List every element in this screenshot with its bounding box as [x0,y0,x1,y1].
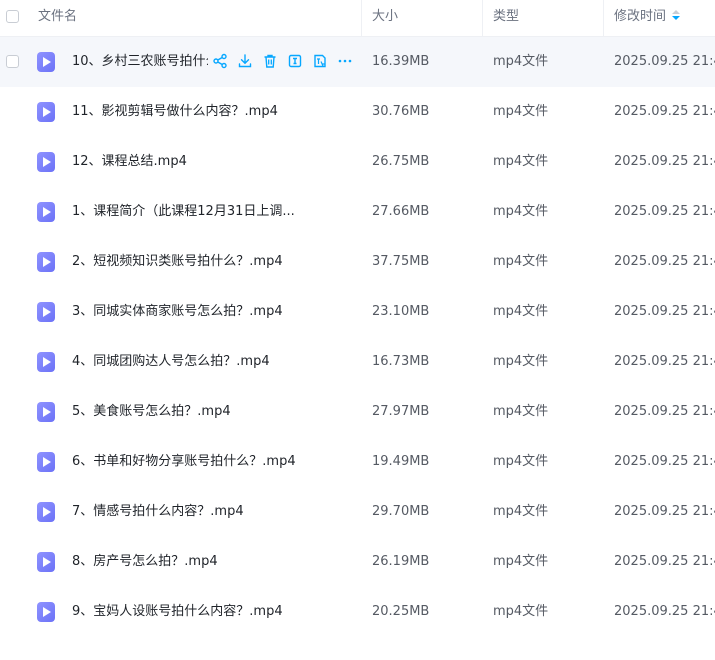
file-size: 16.39MB [372,54,430,69]
column-divider[interactable] [482,0,483,36]
header-type[interactable]: 类型 [493,0,519,36]
video-file-icon [37,52,55,72]
video-file-icon [37,452,55,472]
file-mtime: 2025.09.25 21:46 [614,104,715,119]
file-size: 26.75MB [372,154,430,169]
file-type: mp4文件 [493,54,549,69]
header-mtime-label: 修改时间 [614,9,667,24]
file-type: mp4文件 [493,454,549,469]
table-row[interactable]: 7、情感号拍什么内容？.mp4 29.70MB mp4文件 2025.09.25… [0,487,715,537]
video-file-icon [37,502,55,522]
translate-icon[interactable] [312,53,328,69]
video-file-icon [37,102,55,122]
row-checkbox[interactable] [6,55,19,68]
file-type: mp4文件 [493,554,549,569]
file-mtime: 2025.09.25 21:46 [614,404,715,419]
table-row[interactable]: 8、房产号怎么拍？.mp4 26.19MB mp4文件 2025.09.25 2… [0,537,715,587]
file-name[interactable]: 6、书单和好物分享账号拍什么？.mp4 [72,437,296,487]
file-mtime: 2025.09.25 21:46 [614,604,715,619]
file-name[interactable]: 10、乡村三农账号拍什么 [72,37,208,87]
file-size: 27.97MB [372,404,430,419]
table-row[interactable]: 2、短视频知识类账号拍什么？.mp4 37.75MB mp4文件 2025.09… [0,237,715,287]
file-mtime: 2025.09.25 21:46 [614,354,715,369]
rename-icon[interactable] [287,53,303,69]
file-type: mp4文件 [493,204,549,219]
file-size: 30.76MB [372,104,430,119]
file-table: 文件名 大小 类型 修改时间 10、乡村三农账号拍什么 16.39MB mp4文… [0,0,715,637]
header-name[interactable]: 文件名 [38,0,77,36]
file-size: 27.66MB [372,204,430,219]
file-type: mp4文件 [493,604,549,619]
file-name[interactable]: 1、课程简介（此课程12月31日上调... [72,187,295,237]
file-mtime: 2025.09.25 21:46 [614,554,715,569]
video-file-icon [37,152,55,172]
file-name[interactable]: 9、宝妈人设账号拍什么内容？.mp4 [72,587,283,637]
delete-icon[interactable] [262,53,278,69]
column-divider[interactable] [361,0,362,36]
file-type: mp4文件 [493,354,549,369]
file-type: mp4文件 [493,404,549,419]
video-file-icon [37,302,55,322]
row-action-toolbar [212,53,353,71]
table-row[interactable]: 11、影视剪辑号做什么内容？.mp4 30.76MB mp4文件 2025.09… [0,87,715,137]
file-size: 23.10MB [372,304,430,319]
file-size: 16.73MB [372,354,430,369]
file-name[interactable]: 7、情感号拍什么内容？.mp4 [72,487,244,537]
file-type: mp4文件 [493,154,549,169]
file-size: 26.19MB [372,554,430,569]
file-type: mp4文件 [493,104,549,119]
file-type: mp4文件 [493,254,549,269]
share-icon[interactable] [212,53,228,69]
video-file-icon [37,402,55,422]
table-row[interactable]: 6、书单和好物分享账号拍什么？.mp4 19.49MB mp4文件 2025.0… [0,437,715,487]
file-size: 19.49MB [372,454,430,469]
header-size[interactable]: 大小 [372,0,398,36]
table-row[interactable]: 1、课程简介（此课程12月31日上调... 27.66MB mp4文件 2025… [0,187,715,237]
table-row[interactable]: 12、课程总结.mp4 26.75MB mp4文件 2025.09.25 21:… [0,137,715,187]
file-mtime: 2025.09.25 21:46 [614,504,715,519]
file-name[interactable]: 3、同城实体商家账号怎么拍？.mp4 [72,287,283,337]
file-name[interactable]: 8、房产号怎么拍？.mp4 [72,537,218,587]
table-row[interactable]: 3、同城实体商家账号怎么拍？.mp4 23.10MB mp4文件 2025.09… [0,287,715,337]
video-file-icon [37,602,55,622]
file-name[interactable]: 4、同城团购达人号怎么拍？.mp4 [72,337,270,387]
file-mtime: 2025.09.25 21:46 [614,54,715,69]
file-name[interactable]: 2、短视频知识类账号拍什么？.mp4 [72,237,283,287]
file-size: 20.25MB [372,604,430,619]
more-icon[interactable] [337,53,353,69]
column-divider[interactable] [603,0,604,36]
video-file-icon [37,352,55,372]
file-mtime: 2025.09.25 21:46 [614,454,715,469]
file-mtime: 2025.09.25 21:46 [614,254,715,269]
table-row[interactable]: 10、乡村三农账号拍什么 16.39MB mp4文件 2025.09.25 21… [0,37,715,87]
file-name[interactable]: 11、影视剪辑号做什么内容？.mp4 [72,87,278,137]
file-type: mp4文件 [493,504,549,519]
file-name[interactable]: 12、课程总结.mp4 [72,137,187,187]
video-file-icon [37,202,55,222]
file-mtime: 2025.09.25 21:46 [614,204,715,219]
file-mtime: 2025.09.25 21:46 [614,154,715,169]
file-list: 10、乡村三农账号拍什么 16.39MB mp4文件 2025.09.25 21… [0,37,715,637]
file-name[interactable]: 5、美食账号怎么拍？.mp4 [72,387,231,437]
file-type: mp4文件 [493,304,549,319]
header-mtime[interactable]: 修改时间 [614,0,681,36]
video-file-icon [37,552,55,572]
table-row[interactable]: 4、同城团购达人号怎么拍？.mp4 16.73MB mp4文件 2025.09.… [0,337,715,387]
table-header: 文件名 大小 类型 修改时间 [0,0,715,37]
table-row[interactable]: 9、宝妈人设账号拍什么内容？.mp4 20.25MB mp4文件 2025.09… [0,587,715,637]
sort-descending-icon[interactable] [672,10,681,22]
video-file-icon [37,252,55,272]
table-row[interactable]: 5、美食账号怎么拍？.mp4 27.97MB mp4文件 2025.09.25 … [0,387,715,437]
file-size: 29.70MB [372,504,430,519]
download-icon[interactable] [237,53,253,69]
file-size: 37.75MB [372,254,430,269]
file-mtime: 2025.09.25 21:46 [614,304,715,319]
select-all-checkbox[interactable] [6,10,19,23]
